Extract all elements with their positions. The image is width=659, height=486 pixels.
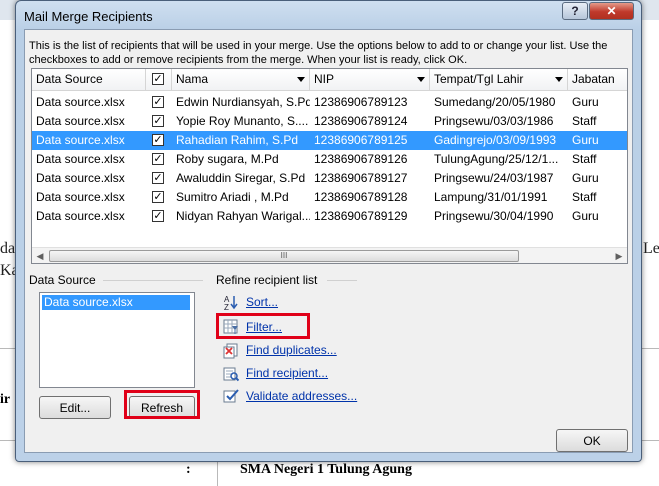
table-row[interactable]: Data source.xlsx ✓ Yopie Roy Munanto, S.… [32,112,627,131]
refine-recipient-list-label: Refine recipient list [216,273,318,287]
ok-button[interactable]: OK [556,429,628,452]
table-row[interactable]: Data source.xlsx ✓ Nidyan Rahyan Warigal… [32,207,627,226]
list-item[interactable]: Data source.xlsx [42,295,190,310]
validate-addresses-link[interactable]: Validate addresses... [246,389,357,403]
column-header-jabatan[interactable]: Jabatan [568,69,627,91]
table-row-selected[interactable]: Data source.xlsx ✓ Rahadian Rahim, S.Pd … [32,131,627,150]
doc-text-fragment: da [0,240,16,257]
row-checkbox[interactable]: ✓ [152,210,164,222]
scrollbar-thumb[interactable]: III [49,250,519,262]
row-checkbox[interactable]: ✓ [152,134,164,146]
table-row[interactable]: Data source.xlsx ✓ Edwin Nurdiansyah, S.… [32,93,627,112]
table-row[interactable]: Data source.xlsx ✓ Awaluddin Siregar, S.… [32,169,627,188]
doc-table-school-name: SMA Negeri 1 Tulung Agung [240,462,412,477]
doc-table-colon: : [186,462,191,477]
scroll-left-icon[interactable]: ◀ [32,248,48,263]
find-duplicates-link[interactable]: Find duplicates... [246,343,337,357]
sort-link[interactable]: Sort... [246,295,278,309]
data-source-list[interactable]: Data source.xlsx [39,292,195,388]
column-header-nama[interactable]: Nama [172,69,310,91]
find-recipient-link[interactable]: Find recipient... [246,366,328,380]
refresh-highlight [124,390,200,419]
column-header-checkbox[interactable]: ✓ [146,69,172,91]
find-recipient-icon [223,367,239,382]
chevron-down-icon[interactable] [297,77,305,82]
svg-text:Z: Z [224,303,229,310]
column-header-nip[interactable]: NIP [310,69,430,91]
validate-addresses-icon [223,389,239,403]
close-button[interactable]: ✕ [589,2,634,20]
row-checkbox[interactable]: ✓ [152,153,164,165]
sort-icon: A Z [224,295,238,310]
scroll-right-icon[interactable]: ▶ [611,248,627,263]
table-row[interactable]: Data source.xlsx ✓ Roby sugara, M.Pd 123… [32,150,627,169]
row-checkbox[interactable]: ✓ [152,115,164,127]
select-all-checkbox[interactable]: ✓ [152,73,164,85]
doc-text-fragment: Lec [643,240,659,257]
column-header-data-source[interactable]: Data Source [32,69,146,91]
find-duplicates-icon [223,343,238,359]
dialog-title: Mail Merge Recipients [24,9,153,24]
help-button[interactable]: ? [562,2,588,20]
intro-text: This is the list of recipients that will… [29,40,608,66]
row-checkbox[interactable]: ✓ [152,96,164,108]
row-checkbox[interactable]: ✓ [152,191,164,203]
table-row[interactable]: Data source.xlsx ✓ Sumitro Ariadi , M.Pd… [32,188,627,207]
filter-highlight [216,313,310,339]
horizontal-scrollbar[interactable]: ◀ III ▶ [32,247,627,263]
edit-button[interactable]: Edit... [39,396,111,419]
doc-text-fragment: ir [0,392,11,407]
dialog-client-area: This is the list of recipients that will… [24,29,633,453]
column-header-tempat-tgl-lahir[interactable]: Tempat/Tgl Lahir [430,69,568,91]
data-source-label: Data Source [29,273,96,287]
mail-merge-recipients-dialog: Mail Merge Recipients ? ✕ This is the li… [15,0,642,462]
chevron-down-icon[interactable] [555,77,563,82]
row-checkbox[interactable]: ✓ [152,172,164,184]
recipients-grid[interactable]: Data Source ✓ Nama NIP Tempat/Tgl Lahir … [31,68,628,264]
chevron-down-icon[interactable] [417,77,425,82]
close-icon: ✕ [606,4,617,18]
